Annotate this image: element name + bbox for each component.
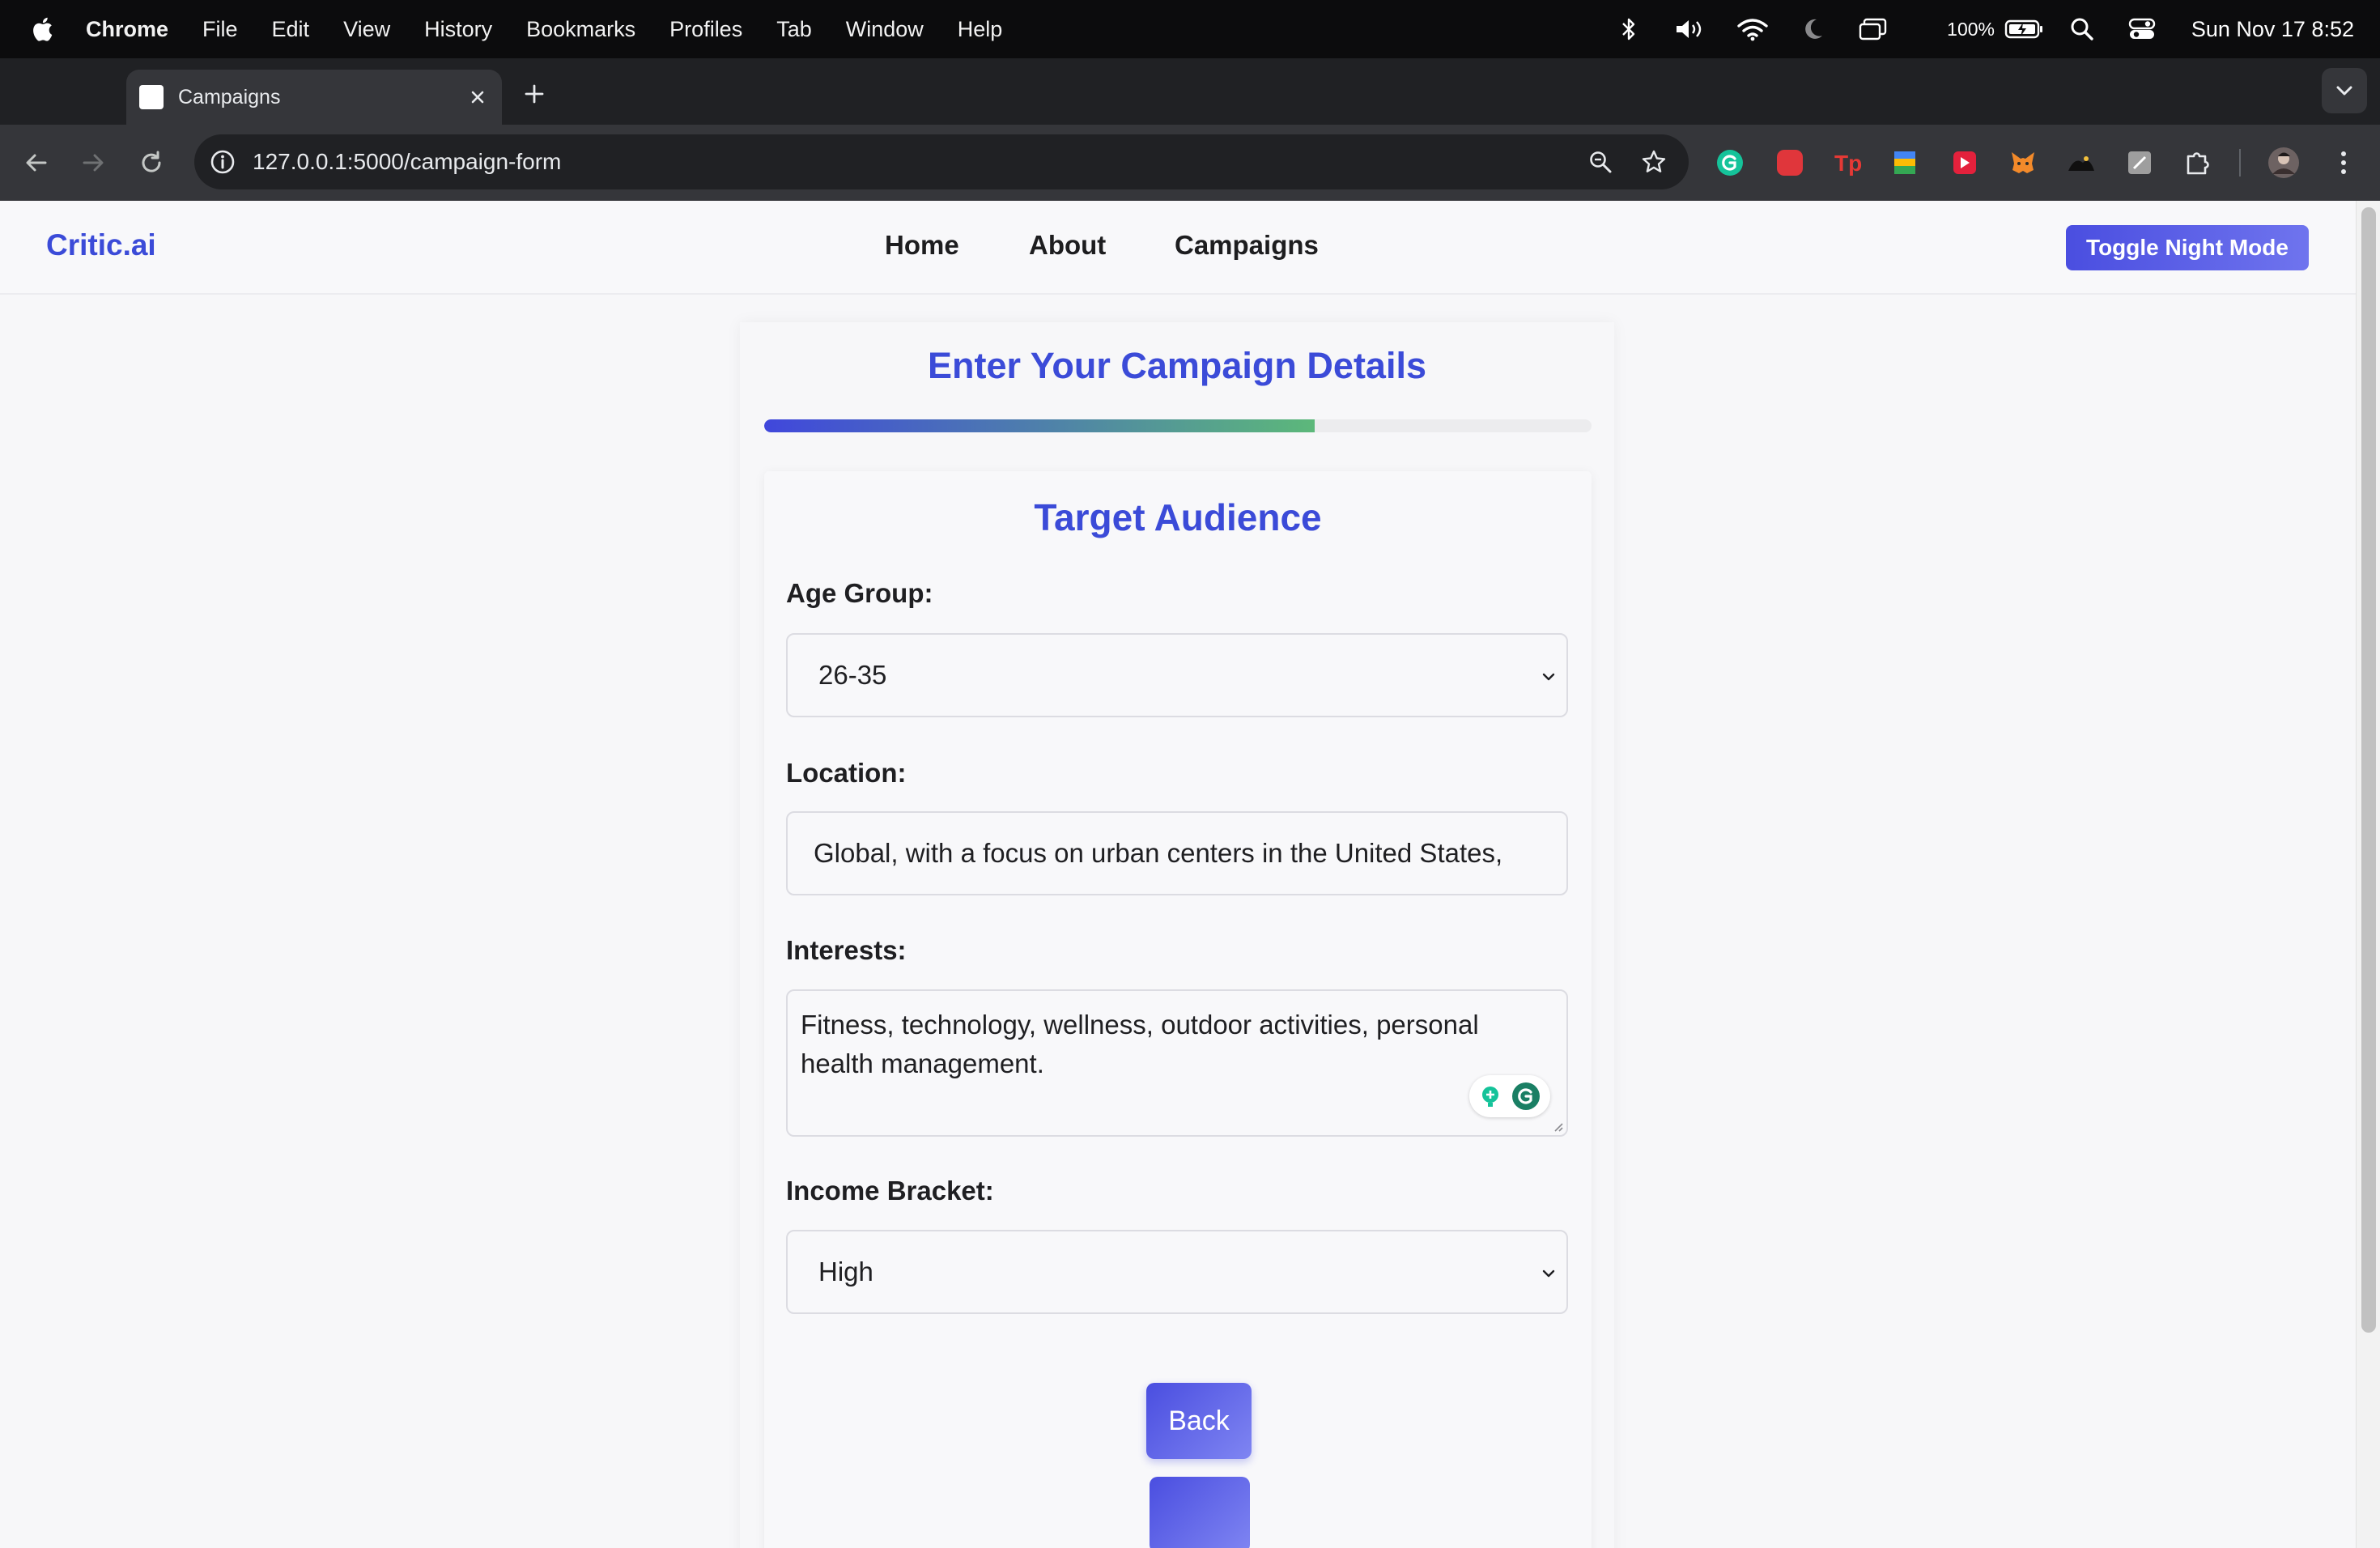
interests-label: Interests: [786, 935, 907, 965]
chevron-down-icon [1542, 1269, 1555, 1278]
red-play-extension-icon[interactable] [1944, 142, 1985, 183]
location-value: Global, with a focus on urban centers in… [814, 838, 1503, 868]
nav-about[interactable]: About [1029, 230, 1106, 261]
page-title: Enter Your Campaign Details [928, 345, 1426, 386]
tp-extension-icon[interactable]: Tp [1828, 142, 1868, 183]
interests-value: Fitness, technology, wellness, outdoor a… [801, 1010, 1479, 1078]
color-extension-icon[interactable] [1885, 142, 1925, 183]
red-extension-icon[interactable] [1770, 142, 1810, 183]
metamask-extension-icon[interactable] [2003, 142, 2043, 183]
form-progress-fill [764, 419, 1315, 432]
menu-edit[interactable]: Edit [272, 17, 310, 42]
zoom-icon[interactable] [1582, 143, 1619, 181]
income-bracket-value: High [818, 1257, 873, 1286]
menu-profiles[interactable]: Profiles [669, 17, 742, 42]
battery-percentage: 100% [1947, 18, 1995, 40]
reload-icon[interactable] [133, 144, 170, 181]
income-bracket-select[interactable]: High [786, 1230, 1568, 1314]
form-progress-bar [764, 419, 1592, 432]
income-bracket-label: Income Bracket: [786, 1176, 994, 1206]
chevron-down-icon [1542, 673, 1555, 681]
menu-view[interactable]: View [343, 17, 390, 42]
menu-file[interactable]: File [202, 17, 238, 42]
battery-icon[interactable] [2001, 0, 2048, 58]
interests-textarea[interactable]: Fitness, technology, wellness, outdoor a… [786, 989, 1568, 1137]
back-button[interactable]: Back [1146, 1383, 1252, 1459]
menu-bookmarks[interactable]: Bookmarks [526, 17, 635, 42]
toolbar-divider [2239, 149, 2241, 176]
forward-arrow-icon[interactable] [74, 144, 112, 181]
menu-help[interactable]: Help [958, 17, 1003, 42]
control-center-icon[interactable] [2116, 0, 2168, 58]
age-group-value: 26-35 [818, 660, 887, 690]
age-group-select[interactable]: 26-35 [786, 633, 1568, 717]
svg-text:Tp: Tp [1834, 151, 1862, 176]
page-scrollbar[interactable] [2356, 201, 2380, 1548]
volume-icon[interactable] [1658, 0, 1723, 58]
target-audience-card: Target Audience Age Group: 26-35 Locatio… [764, 471, 1592, 1548]
web-page: Critic.ai Home About Campaigns Toggle Ni… [0, 201, 2356, 1548]
nav-campaigns[interactable]: Campaigns [1175, 230, 1319, 261]
campaign-form-container: Enter Your Campaign Details Target Audie… [740, 322, 1614, 1548]
back-arrow-icon[interactable] [18, 144, 55, 181]
site-navbar: Critic.ai Home About Campaigns Toggle Ni… [0, 201, 2356, 295]
puzzle-extensions-icon[interactable] [2178, 142, 2218, 183]
grammarly-extension-icon[interactable] [1710, 142, 1750, 183]
tab-search-chevron-icon[interactable] [2322, 68, 2367, 113]
dark-extension-icon[interactable] [2061, 142, 2102, 183]
menu-tab[interactable]: Tab [776, 17, 812, 42]
wifi-icon[interactable] [1723, 0, 1783, 58]
spotlight-search-icon[interactable] [2048, 0, 2116, 58]
resize-handle-icon[interactable] [1552, 1121, 1563, 1132]
tab-title: Campaigns [178, 85, 281, 108]
chrome-menu-kebab-icon[interactable] [2323, 142, 2364, 183]
gray-extension-icon[interactable] [2119, 142, 2160, 183]
apple-logo-icon[interactable] [31, 16, 53, 42]
browser-tab-campaigns[interactable]: Campaigns [126, 70, 502, 125]
grammarly-widget[interactable] [1469, 1075, 1550, 1117]
grammarly-suggestion-icon[interactable] [1478, 1084, 1502, 1108]
section-title: Target Audience [1034, 496, 1322, 538]
menubar-clock[interactable]: Sun Nov 17 8:52 [2168, 0, 2354, 58]
new-tab-plus-icon[interactable] [518, 78, 550, 110]
age-group-label: Age Group: [786, 578, 933, 608]
browser-toolbar: 127.0.0.1:5000/campaign-form Tp [0, 125, 2380, 201]
address-bar[interactable]: 127.0.0.1:5000/campaign-form [194, 134, 1689, 189]
menu-history[interactable]: History [424, 17, 492, 42]
bluetooth-icon[interactable] [1600, 0, 1658, 58]
focus-moon-icon[interactable] [1783, 0, 1842, 58]
location-input[interactable]: Global, with a focus on urban centers in… [786, 811, 1568, 895]
toggle-night-mode-button[interactable]: Toggle Night Mode [2066, 225, 2309, 270]
menubar-status-area: 100% Sun Nov 17 8:52 [1600, 0, 2354, 58]
menu-window[interactable]: Window [846, 17, 924, 42]
scrollbar-thumb[interactable] [2361, 207, 2376, 1333]
address-bar-url[interactable]: 127.0.0.1:5000/campaign-form [253, 149, 1582, 175]
brand-logo[interactable]: Critic.ai [46, 228, 156, 262]
grammarly-g-icon[interactable] [1511, 1081, 1541, 1112]
site-info-icon[interactable] [209, 148, 236, 176]
profile-avatar[interactable] [2263, 142, 2304, 183]
close-tab-icon[interactable] [461, 81, 494, 113]
next-button-partial[interactable] [1150, 1477, 1250, 1548]
screen-mirroring-icon[interactable] [1842, 0, 1904, 58]
nav-home[interactable]: Home [885, 230, 959, 261]
browser-tab-strip: Campaigns [0, 58, 2380, 125]
location-label: Location: [786, 758, 907, 788]
page-favicon-icon [139, 85, 164, 109]
macos-menu-bar: Chrome File Edit View History Bookmarks … [0, 0, 2380, 58]
bookmark-star-icon[interactable] [1635, 143, 1672, 181]
menu-app-name[interactable]: Chrome [86, 17, 168, 42]
